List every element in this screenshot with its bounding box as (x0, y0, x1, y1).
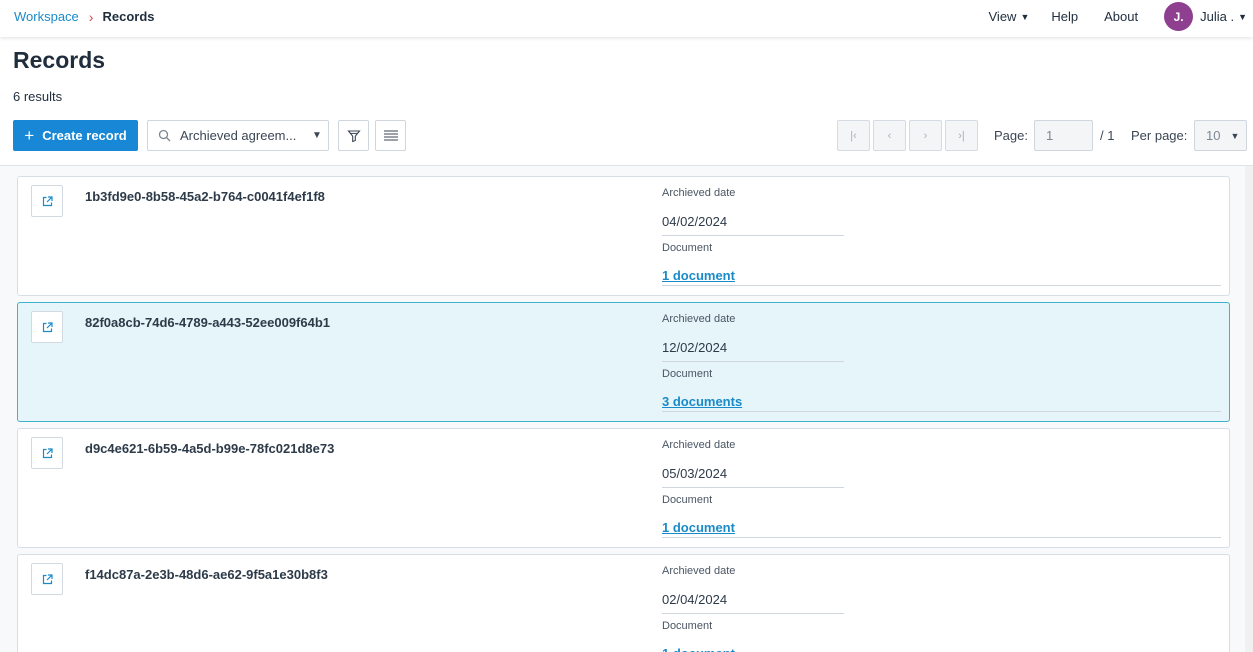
archived-date-label: Archieved date (662, 565, 736, 577)
record-id: 82f0a8cb-74d6-4789-a443-52ee009f64b1 (85, 315, 331, 330)
record-id: d9c4e621-6b59-4a5d-b99e-78fc021d8e73 (85, 441, 335, 456)
user-name: Julia . (1200, 9, 1235, 24)
columns-button[interactable] (375, 120, 406, 151)
first-page-icon: |‹ (850, 129, 857, 142)
record-card[interactable]: f14dc87a-2e3b-48d6-ae62-9f5a1e30b8f3 Arch… (17, 554, 1230, 652)
prev-page-button[interactable]: ‹ (873, 120, 906, 151)
external-link-icon (42, 321, 53, 332)
divider (662, 537, 1221, 538)
record-card[interactable]: d9c4e621-6b59-4a5d-b99e-78fc021d8e73 Arch… (17, 428, 1230, 548)
documents-link[interactable]: 1 document (662, 268, 735, 283)
chevron-down-icon: ▼ (1238, 11, 1247, 22)
document-label: Document (662, 494, 713, 506)
create-record-button[interactable]: + Create record (13, 120, 138, 151)
about-link[interactable]: About (1104, 9, 1138, 24)
documents-link[interactable]: 1 document (662, 520, 735, 535)
external-link-icon (42, 195, 53, 206)
open-record-button[interactable] (31, 311, 63, 343)
document-label: Document (662, 242, 713, 254)
view-search-select[interactable]: Archieved agreem... ▼ (147, 120, 329, 151)
record-id: 1b3fd9e0-8b58-45a2-b764-c0041f4ef1f8 (85, 189, 325, 204)
external-link-icon (42, 447, 53, 458)
breadcrumb-separator-icon: › (88, 8, 94, 25)
archived-date-label: Archieved date (662, 187, 736, 199)
records-list: 1b3fd9e0-8b58-45a2-b764-c0041f4ef1f8 Arch… (0, 165, 1253, 652)
list-icon (383, 130, 398, 140)
page-label: Page: (994, 128, 1028, 143)
last-page-button[interactable]: ›| (945, 120, 978, 151)
last-page-icon: ›| (958, 129, 965, 142)
breadcrumb: Workspace › Records (14, 0, 155, 33)
filter-icon (346, 129, 361, 142)
top-bar: Workspace › Records View ▼ Help About J.… (0, 0, 1253, 37)
chevron-down-icon: ▼ (1020, 11, 1030, 22)
search-icon (158, 129, 171, 141)
breadcrumb-current: Records (102, 9, 155, 24)
archived-date-value: 04/02/2024 (662, 214, 844, 236)
divider (662, 285, 1221, 286)
next-page-button[interactable]: › (909, 120, 942, 151)
per-page-select[interactable]: 10 ▼ (1194, 120, 1247, 151)
record-card[interactable]: 1b3fd9e0-8b58-45a2-b764-c0041f4ef1f8 Arch… (17, 176, 1230, 296)
record-card[interactable]: 82f0a8cb-74d6-4789-a443-52ee009f64b1 Arch… (17, 302, 1230, 422)
chevron-down-icon: ▼ (312, 130, 322, 141)
help-link[interactable]: Help (1051, 9, 1078, 24)
archived-date-label: Archieved date (662, 313, 736, 325)
first-page-button[interactable]: |‹ (837, 120, 870, 151)
per-page-value: 10 (1206, 128, 1221, 143)
filter-button[interactable] (338, 120, 369, 151)
document-label: Document (662, 620, 713, 632)
search-select-value: Archieved agreem... (180, 128, 297, 143)
create-record-label: Create record (42, 128, 127, 143)
archived-date-value: 02/04/2024 (662, 592, 844, 614)
total-pages: / 1 (1100, 128, 1115, 143)
avatar: J. (1164, 2, 1194, 31)
documents-link[interactable]: 1 document (662, 646, 735, 652)
scrollbar[interactable] (1245, 166, 1253, 652)
chevron-down-icon: ▼ (1230, 130, 1240, 141)
plus-icon: + (24, 125, 35, 145)
view-menu-label: View (988, 9, 1017, 24)
results-count: 6 results (13, 89, 63, 104)
open-record-button[interactable] (31, 437, 63, 469)
page-number-input[interactable]: 1 (1034, 120, 1093, 151)
document-label: Document (662, 368, 713, 380)
top-nav: View ▼ Help About J. Julia . ▼ (989, 0, 1253, 33)
record-id: f14dc87a-2e3b-48d6-ae62-9f5a1e30b8f3 (85, 567, 328, 582)
open-record-button[interactable] (31, 563, 63, 595)
page-title: Records (13, 47, 106, 73)
per-page-label: Per page: (1131, 128, 1188, 143)
external-link-icon (42, 573, 53, 584)
archived-date-label: Archieved date (662, 439, 736, 451)
archived-date-value: 05/03/2024 (662, 466, 844, 488)
archived-date-value: 12/02/2024 (662, 340, 844, 362)
chevron-left-icon: ‹ (887, 129, 892, 142)
divider (662, 411, 1221, 412)
breadcrumb-workspace-link[interactable]: Workspace (14, 9, 79, 24)
user-menu[interactable]: J. Julia . ▼ (1164, 2, 1247, 31)
open-record-button[interactable] (31, 185, 63, 217)
documents-link[interactable]: 3 documents (662, 394, 742, 409)
chevron-right-icon: › (923, 129, 928, 142)
view-menu[interactable]: View ▼ (989, 9, 1030, 24)
